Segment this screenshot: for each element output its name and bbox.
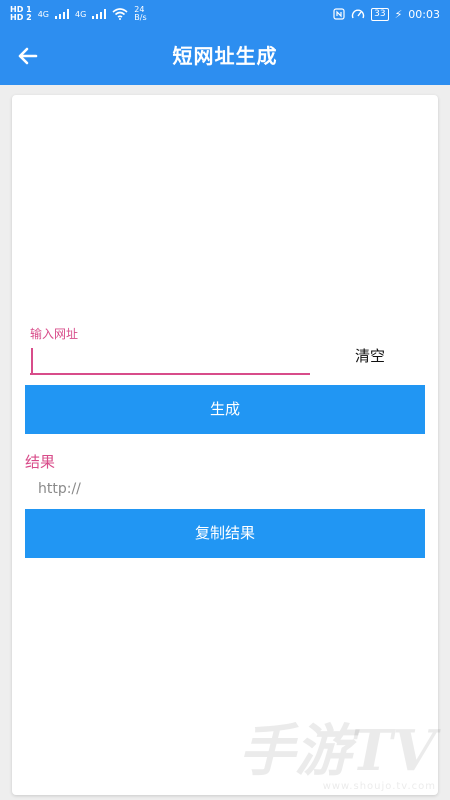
signal-icon [54,9,69,19]
charging-icon: ⚡ [394,7,403,21]
sim-badges: HD 1 HD 2 [10,6,32,22]
net1-label: 4G [37,9,49,19]
wifi-icon [112,8,128,20]
net-speed: 24 B/s [134,6,146,22]
result-field[interactable]: http:// [38,481,81,497]
watermark: 手游TV www.shoujo.tv.com [239,721,436,792]
generate-button[interactable]: 生成 [25,385,425,434]
signal-icon-2 [92,9,107,19]
speedometer-icon [351,9,365,19]
status-bar: HD 1 HD 2 4G 4G 24 B/s 33 ⚡ 00:03 [0,0,450,28]
text-cursor [31,348,33,374]
sim2-badge: HD 2 [10,13,32,22]
toolbar: 短网址生成 [0,28,450,85]
net2-label: 4G [74,9,87,19]
status-right: 33 ⚡ 00:03 [333,7,440,21]
clear-button[interactable]: 清空 [342,341,398,371]
page-title: 短网址生成 [172,44,278,68]
status-left: HD 1 HD 2 4G 4G 24 B/s [10,6,147,22]
input-label: 输入网址 [30,327,79,341]
result-label: 结果 [25,453,56,471]
nfc-icon [333,8,345,20]
status-time: 00:03 [408,7,440,21]
main-card: 输入网址 清空 生成 结果 http:// 复制结果 [12,95,438,795]
watermark-brand: 手游TV [238,718,436,784]
url-input[interactable] [30,345,310,375]
copy-result-button[interactable]: 复制结果 [25,509,425,558]
net-speed-unit: B/s [134,13,147,22]
battery-level: 33 [371,7,389,21]
